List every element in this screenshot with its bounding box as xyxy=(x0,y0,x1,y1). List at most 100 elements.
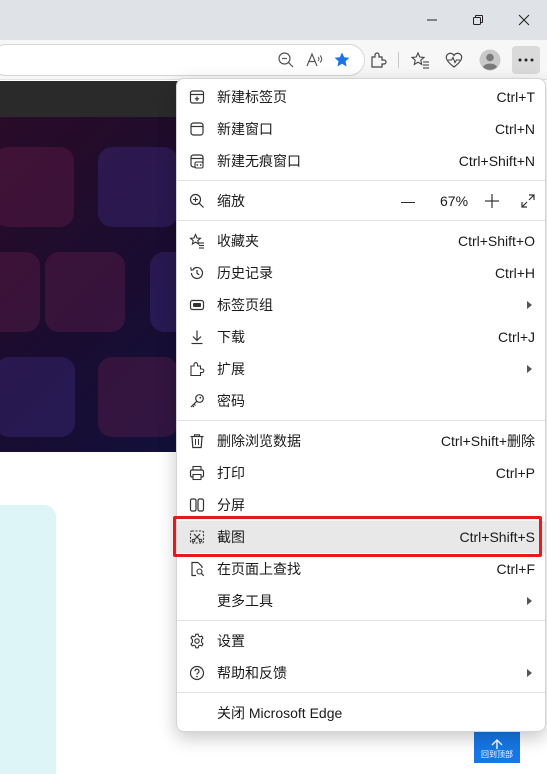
menu-separator xyxy=(177,420,545,421)
menu-item-label: 在页面上查找 xyxy=(217,561,301,577)
menu-item-label: 帮助和反馈 xyxy=(217,665,287,681)
new-tab-icon xyxy=(189,89,205,105)
read-aloud-icon xyxy=(305,51,323,69)
menu-item-shortcut: Ctrl+P xyxy=(495,465,535,481)
favorite-star-icon xyxy=(333,51,351,69)
menu-item-zoom: 缩放 — 67% xyxy=(177,185,545,217)
menu-item-label: 更多工具 xyxy=(217,593,273,609)
menu-item-new-inprivate-window[interactable]: 新建无痕窗口 Ctrl+Shift+N xyxy=(177,145,545,177)
menu-item-label: 密码 xyxy=(217,393,245,409)
close-window-button[interactable] xyxy=(501,0,547,40)
profile-avatar-icon xyxy=(479,49,501,71)
chevron-right-icon xyxy=(527,365,532,373)
menu-item-more-tools[interactable]: 更多工具 xyxy=(177,585,545,617)
menu-item-label: 历史记录 xyxy=(217,265,273,281)
plus-icon xyxy=(485,194,499,208)
chevron-right-icon xyxy=(527,301,532,309)
banner-app-tile xyxy=(0,147,74,227)
restore-button[interactable] xyxy=(455,0,501,40)
menu-item-favorites[interactable]: 收藏夹 Ctrl+Shift+O xyxy=(177,225,545,257)
new-window-icon xyxy=(189,121,205,137)
menu-item-label: 删除浏览数据 xyxy=(217,433,301,449)
menu-item-settings[interactable]: 设置 xyxy=(177,625,545,657)
minimize-button[interactable] xyxy=(409,0,455,40)
gear-icon xyxy=(189,633,205,649)
menu-item-help-feedback[interactable]: 帮助和反馈 xyxy=(177,657,545,689)
banner-app-tile xyxy=(0,252,40,332)
menu-item-downloads[interactable]: 下载 Ctrl+J xyxy=(177,321,545,353)
menu-item-tab-groups[interactable]: 标签页组 xyxy=(177,289,545,321)
minimize-icon xyxy=(426,14,438,26)
menu-item-print[interactable]: 打印 Ctrl+P xyxy=(177,457,545,489)
favorite-star-button[interactable] xyxy=(328,46,356,74)
menu-item-history[interactable]: 历史记录 Ctrl+H xyxy=(177,257,545,289)
menu-item-label: 关闭 Microsoft Edge xyxy=(217,705,343,721)
banner-app-tile xyxy=(98,147,178,227)
zoom-icon xyxy=(189,193,205,209)
chevron-right-icon xyxy=(527,597,532,605)
banner-app-tile xyxy=(98,357,178,437)
menu-item-clear-browsing-data[interactable]: 删除浏览数据 Ctrl+Shift+删除 xyxy=(177,425,545,457)
browser-essentials-button[interactable] xyxy=(440,46,468,74)
page-banner xyxy=(0,117,180,452)
menu-item-label: 扩展 xyxy=(217,361,245,377)
menu-item-shortcut: Ctrl+Shift+N xyxy=(458,153,535,169)
key-icon xyxy=(189,393,205,409)
more-options-button[interactable] xyxy=(512,46,540,74)
menu-item-extensions[interactable]: 扩展 xyxy=(177,353,545,385)
printer-icon xyxy=(189,465,205,481)
menu-separator xyxy=(177,220,545,221)
menu-item-find-on-page[interactable]: 在页面上查找 Ctrl+F xyxy=(177,553,545,585)
favorites-button[interactable] xyxy=(406,46,434,74)
menu-item-new-tab[interactable]: 新建标签页 Ctrl+T xyxy=(177,81,545,113)
menu-item-label: 下载 xyxy=(217,329,245,345)
highlight-box xyxy=(173,516,542,557)
restore-icon xyxy=(472,14,484,26)
split-screen-icon xyxy=(189,497,205,513)
favorites-icon xyxy=(189,233,205,249)
title-bar xyxy=(0,0,547,40)
settings-menu: 新建标签页 Ctrl+T 新建窗口 Ctrl+N 新建无痕窗口 Ctrl+Shi… xyxy=(176,78,546,732)
menu-item-shortcut: Ctrl+H xyxy=(494,265,535,281)
close-icon xyxy=(518,14,530,26)
menu-item-label: 打印 xyxy=(217,465,245,481)
page-header-strip xyxy=(0,81,180,117)
browser-essentials-icon xyxy=(444,51,464,69)
zoom-out-icon xyxy=(277,51,295,69)
zoom-out-button[interactable] xyxy=(272,46,300,74)
zoom-level: 67% xyxy=(440,193,469,209)
menu-item-shortcut: Ctrl+T xyxy=(496,89,536,105)
menu-item-shortcut: Ctrl+Shift+O xyxy=(457,233,535,249)
menu-item-label: 缩放 xyxy=(217,193,245,209)
menu-item-shortcut: Ctrl+Shift+删除 xyxy=(440,433,535,449)
profile-button[interactable] xyxy=(476,46,504,74)
menu-item-passwords[interactable]: 密码 xyxy=(177,385,545,417)
chevron-right-icon xyxy=(527,669,532,677)
menu-item-label: 新建无痕窗口 xyxy=(217,153,301,169)
toolbar-divider xyxy=(398,52,399,68)
tab-groups-icon xyxy=(189,297,205,313)
banner-app-tile xyxy=(45,252,125,332)
history-icon xyxy=(189,265,205,281)
fullscreen-icon xyxy=(521,194,535,208)
menu-item-label: 新建窗口 xyxy=(217,121,273,137)
arrow-up-icon xyxy=(491,739,503,749)
zoom-out-button[interactable]: — xyxy=(401,185,415,217)
fullscreen-button[interactable] xyxy=(520,193,536,212)
extensions-button[interactable] xyxy=(364,46,392,74)
extensions-icon xyxy=(369,51,387,69)
read-aloud-button[interactable] xyxy=(300,46,328,74)
inprivate-window-icon xyxy=(189,153,205,169)
menu-item-close-edge[interactable]: 关闭 Microsoft Edge xyxy=(177,697,545,729)
menu-item-label: 标签页组 xyxy=(217,297,273,313)
extensions-icon xyxy=(189,361,205,377)
back-to-top-label: 回到顶部 xyxy=(481,750,513,759)
menu-item-label: 收藏夹 xyxy=(217,233,259,249)
menu-item-shortcut: Ctrl+N xyxy=(494,121,535,137)
menu-item-new-window[interactable]: 新建窗口 Ctrl+N xyxy=(177,113,545,145)
menu-separator xyxy=(177,620,545,621)
menu-item-shortcut: Ctrl+J xyxy=(498,329,535,345)
help-icon xyxy=(189,665,205,681)
zoom-in-button[interactable] xyxy=(484,193,500,212)
menu-separator xyxy=(177,692,545,693)
